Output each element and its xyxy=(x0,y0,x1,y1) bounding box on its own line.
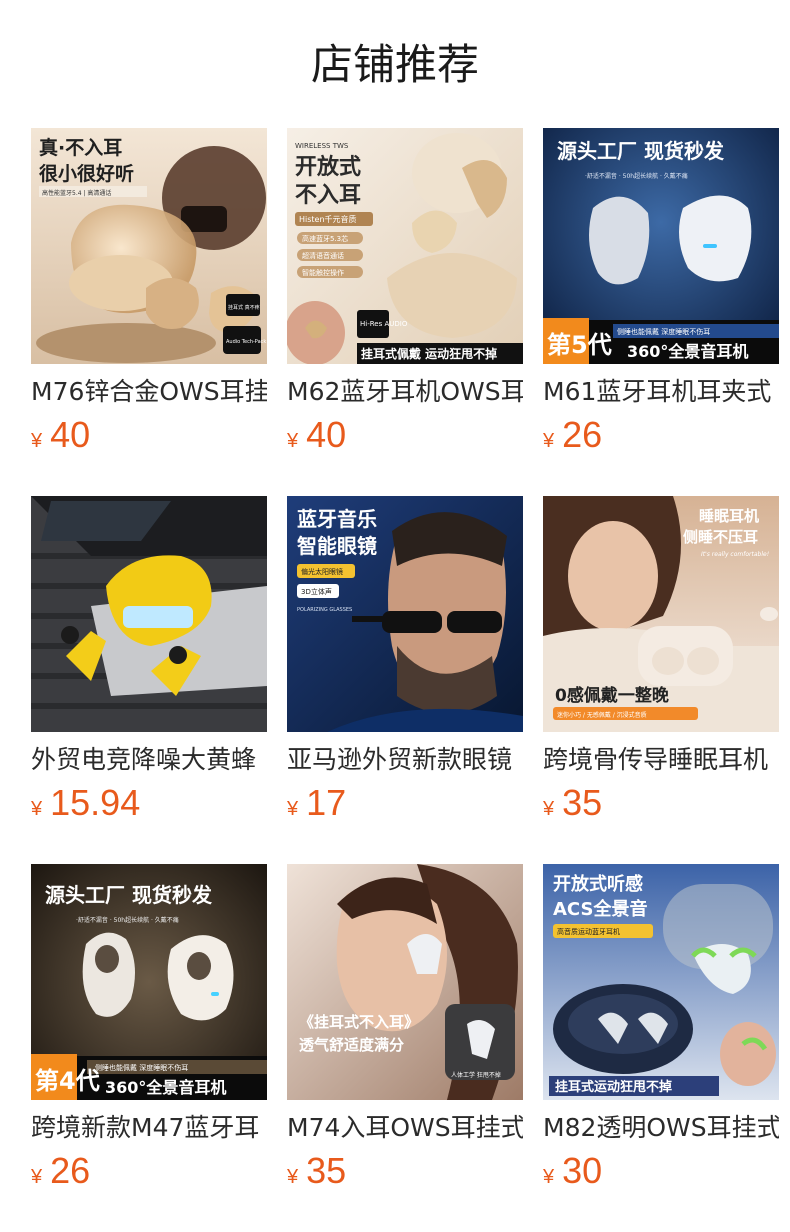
image-text: 不入耳 xyxy=(295,183,361,208)
product-price: ¥35 xyxy=(287,1150,523,1192)
product-name[interactable]: 外贸电竞降噪大黄蜂 xyxy=(31,740,267,780)
product-price: ¥15.94 xyxy=(31,782,267,824)
image-text: 侧睡也能佩戴 深度睡眠不伤耳 xyxy=(95,1063,188,1072)
image-text: 挂耳式运动狂甩不掉 xyxy=(555,1079,672,1095)
currency-symbol: ¥ xyxy=(287,430,299,452)
image-text: 睡眠耳机 xyxy=(699,507,759,525)
currency-symbol: ¥ xyxy=(31,798,43,820)
price-amount: 35 xyxy=(306,1150,347,1191)
image-text: 高音质运动蓝牙耳机 xyxy=(557,927,620,936)
image-text: 智能眼镜 xyxy=(297,534,377,558)
image-text: 0感佩戴一整晚 xyxy=(555,685,669,706)
product-image[interactable]: 真·不入耳 很小很好听 高性能蓝牙5.4 | 高清通话 挂耳式 真不疼 Audi… xyxy=(31,128,267,364)
product-name[interactable]: M62蓝牙耳机OWS耳 xyxy=(287,372,523,412)
price-amount: 17 xyxy=(306,782,347,823)
image-text: 真·不入耳 xyxy=(39,136,122,159)
product-price: ¥17 xyxy=(287,782,523,824)
image-text: 挂耳式 真不疼 xyxy=(228,304,260,311)
image-text: 360°全景音耳机 xyxy=(105,1078,226,1097)
product-image[interactable]: 睡眠耳机 侧睡不压耳 It's really comfortable! 0感佩戴… xyxy=(543,496,779,732)
image-text: 高性能蓝牙5.4 | 高清通话 xyxy=(42,189,111,197)
price-amount: 26 xyxy=(562,414,603,455)
product-image[interactable]: 源头工厂 现货秒发 ·舒适不漏音 · 50h超长续航 · 久戴不痛 第5代 侧睡… xyxy=(543,128,779,364)
currency-symbol: ¥ xyxy=(287,798,299,820)
product-card[interactable]: 源头工厂 现货秒发 ·舒适不漏音 · 50h超长续航 · 久戴不痛 第5代 侧睡… xyxy=(543,128,779,468)
image-text: 第5代 xyxy=(547,331,612,359)
price-amount: 26 xyxy=(50,1150,91,1191)
product-card[interactable]: WIRELESS TWS 开放式 不入耳 Histen千元音质 高速蓝牙5.3芯… xyxy=(287,128,523,468)
product-price: ¥35 xyxy=(543,782,779,824)
image-text: WIRELESS TWS xyxy=(295,142,349,150)
price-amount: 15.94 xyxy=(50,782,141,823)
image-text: 开放式 xyxy=(295,154,361,180)
product-image[interactable] xyxy=(31,496,267,732)
product-card[interactable]: 开放式听感 ACS全景音 高音质运动蓝牙耳机 挂耳式运动狂甩不掉 M82透明OW… xyxy=(543,864,779,1204)
image-text: 3D立体声 xyxy=(301,587,332,596)
image-text: 智能触控操作 xyxy=(302,268,344,277)
page-title: 店铺推荐 xyxy=(310,40,479,89)
currency-symbol: ¥ xyxy=(31,430,43,452)
product-name[interactable]: 跨境新款M47蓝牙耳 xyxy=(31,1108,267,1148)
image-text: 源头工厂 现货秒发 xyxy=(557,139,725,163)
image-text: Audio Tech-Pack xyxy=(226,339,266,345)
currency-symbol: ¥ xyxy=(543,430,555,452)
price-amount: 35 xyxy=(562,782,603,823)
product-image[interactable]: 开放式听感 ACS全景音 高音质运动蓝牙耳机 挂耳式运动狂甩不掉 xyxy=(543,864,779,1100)
product-card[interactable]: 《挂耳式不入耳》 透气舒适度满分 人体工学 狂甩不掉 M74入耳OWS耳挂式 ¥… xyxy=(287,864,523,1204)
image-text: POLARIZING GLASSES xyxy=(297,607,352,613)
currency-symbol: ¥ xyxy=(287,1166,299,1188)
image-text: ACS全景音 xyxy=(553,898,647,920)
product-card[interactable]: 源头工厂 现货秒发 ·舒适不漏音 · 50h超长续航 · 久戴不痛 第4代 侧睡… xyxy=(31,864,267,1204)
price-amount: 40 xyxy=(306,414,347,455)
image-text: 透气舒适度满分 xyxy=(299,1036,404,1054)
product-price: ¥40 xyxy=(31,414,267,456)
image-text: 超清语音通话 xyxy=(302,251,344,260)
product-image[interactable]: WIRELESS TWS 开放式 不入耳 Histen千元音质 高速蓝牙5.3芯… xyxy=(287,128,523,364)
product-price: ¥40 xyxy=(287,414,523,456)
product-card[interactable]: 蓝牙音乐 智能眼镜 偏光太阳眼镜 3D立体声 POLARIZING GLASSE… xyxy=(287,496,523,836)
image-text: 迷你小巧 / 无感佩戴 / 沉浸式音质 xyxy=(557,711,647,719)
image-text: 侧睡也能佩戴 深度睡眠不伤耳 xyxy=(617,327,710,336)
product-card[interactable]: 真·不入耳 很小很好听 高性能蓝牙5.4 | 高清通话 挂耳式 真不疼 Audi… xyxy=(31,128,267,468)
product-image[interactable]: 《挂耳式不入耳》 透气舒适度满分 人体工学 狂甩不掉 xyxy=(287,864,523,1100)
image-text: 人体工学 狂甩不掉 xyxy=(451,1071,501,1079)
image-text: Hi-Res AUDIO xyxy=(360,320,408,328)
product-image[interactable]: 源头工厂 现货秒发 ·舒适不漏音 · 50h超长续航 · 久戴不痛 第4代 侧睡… xyxy=(31,864,267,1100)
product-price: ¥30 xyxy=(543,1150,779,1192)
product-name[interactable]: M82透明OWS耳挂式 xyxy=(543,1108,779,1148)
image-text: It's really comfortable! xyxy=(701,551,769,558)
image-text: 开放式听感 xyxy=(553,873,643,895)
image-text: 偏光太阳眼镜 xyxy=(301,567,343,576)
image-text: ·舒适不漏音 · 50h超长续航 · 久戴不痛 xyxy=(585,172,688,180)
image-text: ·舒适不漏音 · 50h超长续航 · 久戴不痛 xyxy=(76,916,179,924)
product-name[interactable]: M74入耳OWS耳挂式 xyxy=(287,1108,523,1148)
currency-symbol: ¥ xyxy=(31,1166,43,1188)
product-price: ¥26 xyxy=(31,1150,267,1192)
product-image[interactable]: 蓝牙音乐 智能眼镜 偏光太阳眼镜 3D立体声 POLARIZING GLASSE… xyxy=(287,496,523,732)
image-text: 高速蓝牙5.3芯 xyxy=(302,234,348,243)
currency-symbol: ¥ xyxy=(543,798,555,820)
product-name[interactable]: M61蓝牙耳机耳夹式 xyxy=(543,372,779,412)
image-text: 《挂耳式不入耳》 xyxy=(299,1013,419,1031)
product-card[interactable]: 睡眠耳机 侧睡不压耳 It's really comfortable! 0感佩戴… xyxy=(543,496,779,836)
image-text: 挂耳式佩戴 运动狂甩不掉 xyxy=(361,346,497,361)
currency-symbol: ¥ xyxy=(543,1166,555,1188)
product-name[interactable]: 亚马逊外贸新款眼镜 xyxy=(287,740,523,780)
product-price: ¥26 xyxy=(543,414,779,456)
image-text: 第4代 xyxy=(35,1067,100,1095)
price-amount: 30 xyxy=(562,1150,603,1191)
image-text: 360°全景音耳机 xyxy=(627,342,748,361)
product-card[interactable]: 外贸电竞降噪大黄蜂 ¥15.94 xyxy=(31,496,267,836)
image-text: 侧睡不压耳 xyxy=(683,528,758,546)
product-name[interactable]: 跨境骨传导睡眠耳机 xyxy=(543,740,779,780)
price-amount: 40 xyxy=(50,414,91,455)
image-text: 很小很好听 xyxy=(39,162,134,185)
product-name[interactable]: M76锌合金OWS耳挂 xyxy=(31,372,267,412)
image-text: Histen千元音质 xyxy=(299,214,357,224)
image-text: 源头工厂 现货秒发 xyxy=(45,883,213,907)
image-text: 蓝牙音乐 xyxy=(297,507,377,531)
